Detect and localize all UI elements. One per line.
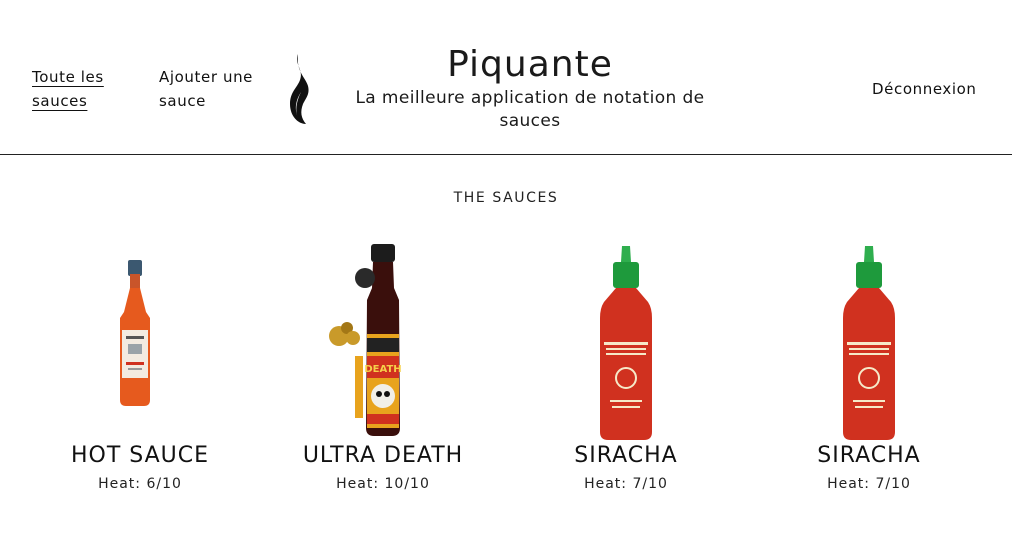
- sauce-heat: Heat: 10/10: [336, 476, 430, 492]
- sauce-card[interactable]: SIRACHA Heat: 7/10: [506, 238, 746, 498]
- sauce-image: DEATH: [329, 244, 402, 436]
- sauce-card[interactable]: SIRACHA Heat: 7/10: [749, 238, 989, 498]
- sauce-card[interactable]: DEATH ULTRA DEATH Heat: 10/10: [263, 238, 503, 498]
- nav-add-sauce-link[interactable]: Ajouter une sauce: [159, 65, 269, 113]
- sauce-heat: Heat: 7/10: [584, 476, 668, 492]
- flame-icon: [290, 54, 309, 124]
- sauce-name: SIRACHA: [574, 443, 678, 468]
- sauce-image: [600, 246, 652, 440]
- sauce-heat: Heat: 7/10: [827, 476, 911, 492]
- app-title[interactable]: Piquante: [330, 43, 730, 87]
- sauce-heat: Heat: 6/10: [98, 476, 182, 492]
- site-header: Toute les sauces Ajouter une sauce Piqua…: [0, 0, 1012, 155]
- sauce-list: HOT SAUCE Heat: 6/10 DEATH ULTRA DEATH H…: [20, 238, 992, 508]
- svg-text:DEATH: DEATH: [364, 364, 401, 375]
- sauce-name: HOT SAUCE: [70, 443, 210, 468]
- sauce-image: [120, 260, 150, 406]
- sauce-image: [843, 246, 895, 440]
- app-subtitle: La meilleure application de notation de …: [355, 88, 705, 131]
- sauce-name: ULTRA DEATH: [302, 443, 464, 468]
- brand-block: Piquante La meilleure application de not…: [330, 43, 730, 133]
- logout-link[interactable]: Déconnexion: [872, 77, 977, 101]
- sauce-name: SIRACHA: [817, 443, 921, 468]
- nav-all-sauces-link[interactable]: Toute les sauces: [32, 65, 122, 113]
- sauce-card[interactable]: HOT SAUCE Heat: 6/10: [20, 238, 260, 498]
- section-title: THE SAUCES: [453, 190, 559, 206]
